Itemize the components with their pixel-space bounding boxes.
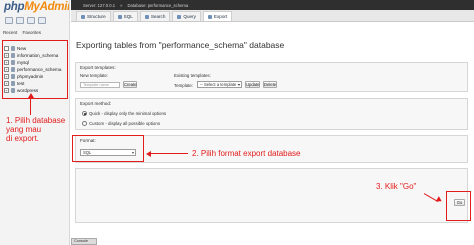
favorites-tab[interactable]: Favorites xyxy=(23,30,42,35)
search-icon xyxy=(144,14,149,19)
structure-icon xyxy=(81,14,85,19)
tab-sql[interactable]: SQL xyxy=(112,11,138,21)
arrow-step1-head xyxy=(28,93,34,98)
annotation-step3: 3. Klik "Go" xyxy=(376,182,417,191)
new-template-label: New template: xyxy=(80,73,109,78)
export-method-section: Export method: Quick - display only the … xyxy=(75,98,468,130)
annotation-step1: 1. Pilih database yang mau di export. xyxy=(6,116,66,143)
create-button[interactable]: Create xyxy=(123,81,137,88)
annotation-step2: 2. Pilih format export database xyxy=(192,149,301,158)
tab-export[interactable]: Export xyxy=(202,11,233,21)
chevron-down-icon: ▾ xyxy=(237,82,240,87)
arrow-step1 xyxy=(30,96,32,115)
export-templates-legend: Export templates: xyxy=(80,65,116,70)
export-templates-section: Export templates: New template: Template… xyxy=(75,62,468,92)
tab-query[interactable]: Query xyxy=(172,11,201,21)
update-button[interactable]: Update xyxy=(245,81,260,88)
quick-radio[interactable] xyxy=(82,111,87,116)
delete-button[interactable]: Delete xyxy=(263,81,277,88)
tab-structure[interactable]: Structure xyxy=(76,11,111,21)
main-tabs: Structure SQL Search Query Export xyxy=(71,10,474,22)
breadcrumb-database[interactable]: Database: performance_schema xyxy=(127,3,188,8)
custom-option-label[interactable]: Custom - display all possible options xyxy=(89,121,160,126)
template-name-input[interactable]: Template name xyxy=(80,82,120,88)
main-content: Exporting tables from "performance_schem… xyxy=(71,23,474,245)
quick-option-label[interactable]: Quick - display only the minimal options xyxy=(89,111,166,116)
go-section: Go xyxy=(75,168,468,223)
template-select[interactable]: -- Select a template -- ▾ xyxy=(197,81,242,88)
recent-tab[interactable]: Recent xyxy=(3,30,17,35)
tab-search[interactable]: Search xyxy=(139,11,171,21)
custom-radio[interactable] xyxy=(82,121,87,126)
nav-icon-bar xyxy=(5,17,46,24)
template-label: Template: xyxy=(174,83,194,88)
query-icon xyxy=(177,14,182,19)
arrow-step2 xyxy=(150,153,188,155)
nav-tabs: Recent Favorites xyxy=(3,30,45,35)
breadcrumb: Server: 127.0.0.1 » Database: performanc… xyxy=(71,0,474,10)
highlight-box-databases xyxy=(2,40,68,99)
docs-icon[interactable] xyxy=(27,17,35,24)
home-icon[interactable] xyxy=(5,17,13,24)
existing-templates-label: Existing templates: xyxy=(174,73,211,78)
settings-icon[interactable] xyxy=(38,17,46,24)
highlight-box-format xyxy=(72,135,144,162)
export-icon xyxy=(207,14,212,19)
breadcrumb-server[interactable]: Server: 127.0.0.1 xyxy=(83,3,115,8)
logout-icon[interactable] xyxy=(16,17,24,24)
breadcrumb-separator: » xyxy=(120,2,123,8)
arrow-step2-head xyxy=(146,151,151,157)
phpmyadmin-logo[interactable]: phpMyAdmin xyxy=(4,1,69,13)
sql-icon xyxy=(117,14,122,19)
page-title: Exporting tables from "performance_schem… xyxy=(76,40,285,50)
highlight-box-go xyxy=(446,191,471,221)
console-button[interactable]: Console xyxy=(71,238,97,245)
export-method-legend: Export method: xyxy=(80,101,112,106)
